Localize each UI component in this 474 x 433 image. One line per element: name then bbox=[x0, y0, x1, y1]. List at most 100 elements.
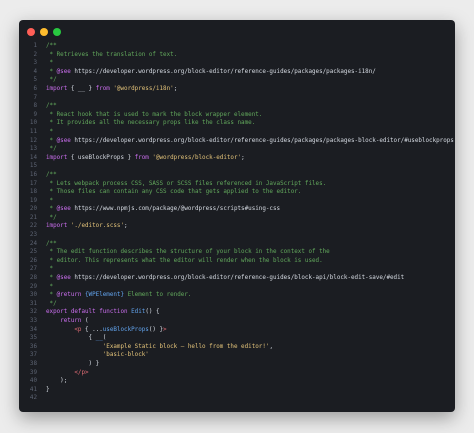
line-number: 36 bbox=[29, 343, 37, 350]
line-number: 8 bbox=[33, 103, 37, 110]
code-line: 13 */ bbox=[19, 145, 455, 154]
code-token: from bbox=[95, 85, 110, 92]
code-text: * bbox=[46, 197, 54, 206]
maximize-button[interactable] bbox=[53, 28, 61, 36]
code-line: 15 bbox=[19, 162, 455, 171]
code-line: 33 return ( bbox=[19, 317, 455, 326]
line-number: 28 bbox=[29, 275, 37, 282]
code-text: * It provides all the necessary props li… bbox=[46, 119, 256, 128]
line-number: 14 bbox=[29, 154, 37, 161]
line-number: 38 bbox=[29, 360, 37, 367]
code-text: * bbox=[46, 128, 54, 137]
code-token: * React hook that is used to mark the bl… bbox=[46, 111, 263, 118]
code-line: 41} bbox=[19, 386, 455, 395]
code-text: * React hook that is used to mark the bl… bbox=[46, 111, 263, 120]
code-token: * bbox=[46, 275, 57, 282]
line-number: 10 bbox=[29, 120, 37, 127]
code-token: { bbox=[46, 335, 96, 342]
close-button[interactable] bbox=[27, 28, 35, 36]
title-bar bbox=[19, 20, 455, 42]
code-text: /** bbox=[46, 171, 57, 180]
code-line: 23 bbox=[19, 231, 455, 240]
code-line: 17 * Lets webpack process CSS, SASS or S… bbox=[19, 180, 455, 189]
code-token: </p> bbox=[74, 369, 89, 376]
code-token: /** bbox=[46, 171, 57, 178]
code-token: ( bbox=[102, 335, 107, 342]
code-token: ; bbox=[241, 154, 245, 161]
line-number: 4 bbox=[33, 68, 37, 75]
code-text: * @return {WPElement} Element to render. bbox=[46, 291, 192, 300]
code-token: '@wordpress/block-editor' bbox=[152, 154, 242, 161]
code-text: import './editor.scss'; bbox=[46, 222, 128, 231]
code-text: ); bbox=[46, 377, 67, 386]
line-number: 19 bbox=[29, 197, 37, 204]
code-text: </p> bbox=[46, 369, 89, 378]
minimize-button[interactable] bbox=[40, 28, 48, 36]
code-token: * It provides all the necessary props li… bbox=[46, 120, 256, 127]
code-token: * Retrieves the translation of text. bbox=[46, 51, 178, 58]
code-text: */ bbox=[46, 145, 57, 154]
code-token: https://developer.wordpress.org/block-ed… bbox=[70, 137, 454, 144]
code-token: __ bbox=[95, 335, 103, 342]
line-number: 12 bbox=[29, 137, 37, 144]
code-token: https://developer.wordpress.org/block-ed… bbox=[70, 68, 376, 75]
code-line: 25 * The edit function describes the str… bbox=[19, 248, 455, 257]
code-token: './editor.scss' bbox=[70, 223, 125, 230]
code-text: /** bbox=[46, 42, 57, 51]
code-line: 11 * bbox=[19, 128, 455, 137]
code-editor: 1 /** 2 * Retrieves the translation of tex… bbox=[19, 42, 455, 403]
code-text: * @see https://developer.wordpress.org/b… bbox=[46, 274, 405, 283]
code-text: */ bbox=[46, 300, 57, 309]
line-number: 15 bbox=[29, 163, 37, 170]
code-token: * bbox=[46, 206, 57, 213]
code-token: import bbox=[46, 223, 68, 230]
code-token: {WPElement} bbox=[85, 292, 125, 299]
code-line: 9 * React hook that is used to mark the … bbox=[19, 111, 455, 120]
code-token: * bbox=[46, 197, 54, 204]
code-line: 22 import './editor.scss'; bbox=[19, 222, 455, 231]
line-number: 35 bbox=[29, 335, 37, 342]
code-line: 40 ); bbox=[19, 377, 455, 386]
code-line: 32 export default function Edit() { bbox=[19, 308, 455, 317]
code-text: * Retrieves the translation of text. bbox=[46, 51, 178, 60]
line-number: 40 bbox=[29, 378, 37, 385]
code-token: export bbox=[46, 309, 68, 316]
code-line: 2 * Retrieves the translation of text. bbox=[19, 51, 455, 60]
code-line: 26 * editor. This represents what the ed… bbox=[19, 257, 455, 266]
code-token: */ bbox=[46, 146, 57, 153]
code-token: } bbox=[46, 386, 50, 393]
code-line: 10 * It provides all the necessary props… bbox=[19, 119, 455, 128]
code-token: ; bbox=[124, 223, 128, 230]
line-number: 7 bbox=[33, 94, 37, 101]
code-token: @see bbox=[56, 68, 71, 75]
line-number: 2 bbox=[33, 51, 37, 58]
code-token: , bbox=[269, 343, 273, 350]
code-token: Edit bbox=[131, 309, 146, 316]
code-line: 16 /** bbox=[19, 171, 455, 180]
code-line: 37 'basic-block' bbox=[19, 351, 455, 360]
line-number: 34 bbox=[29, 326, 37, 333]
code-token: return bbox=[60, 318, 82, 324]
code-token: * bbox=[46, 266, 54, 273]
code-token: 'basic-block' bbox=[102, 352, 149, 359]
code-token: * bbox=[46, 128, 54, 135]
line-number: 30 bbox=[29, 292, 37, 299]
code-token: @return bbox=[56, 292, 82, 299]
code-token: @see bbox=[56, 206, 71, 213]
code-text: 'basic-block' bbox=[46, 351, 149, 360]
code-text: * @see https://developer.wordpress.org/b… bbox=[46, 137, 454, 146]
code-token: ; bbox=[173, 85, 178, 92]
line-number: 32 bbox=[29, 309, 37, 316]
code-text: <p { ...useBlockProps() }> bbox=[46, 326, 166, 335]
line-number: 27 bbox=[29, 266, 37, 273]
code-text: ) } bbox=[46, 360, 100, 369]
line-number: 25 bbox=[29, 249, 37, 256]
line-number: 22 bbox=[29, 223, 37, 230]
code-token: * editor. This represents what the edito… bbox=[46, 257, 323, 264]
line-number: 1 bbox=[33, 43, 37, 49]
code-token: */ bbox=[46, 214, 57, 221]
code-line: 6 import { __ } from '@wordpress/i18n'; bbox=[19, 85, 455, 94]
